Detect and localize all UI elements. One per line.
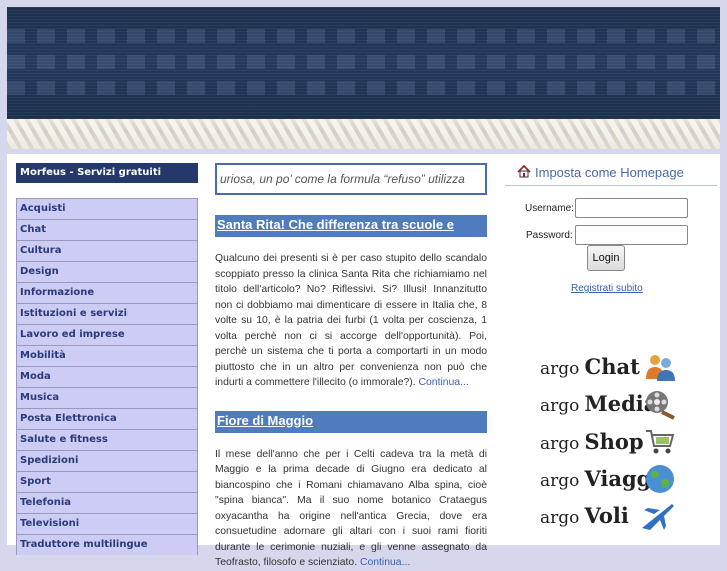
globe-icon: [646, 465, 674, 493]
argo-prefix: argo: [540, 471, 580, 491]
argo-chat-link[interactable]: argo Chat: [540, 350, 675, 384]
sidebar-item-sport[interactable]: Sport: [16, 471, 198, 492]
post-text: Il mese dell'anno che per i Celti cadeva…: [215, 448, 487, 569]
argo-word: Shop: [584, 429, 644, 454]
sidebar-item-cultura[interactable]: Cultura: [16, 240, 198, 261]
argo-prefix: argo: [540, 396, 580, 416]
argo-word: Voli: [584, 503, 629, 528]
post-body: Il mese dell'anno che per i Celti cadeva…: [215, 447, 487, 571]
login-button[interactable]: Login: [587, 245, 625, 271]
main-content: Morfeus - Servizi gratuiti Acquisti Chat…: [7, 154, 720, 568]
post-title[interactable]: Fiore di Maggio: [215, 410, 487, 433]
sidebar-item-mobilita[interactable]: Mobilità: [16, 345, 198, 366]
sidebar-item-istituzioni[interactable]: Istituzioni e servizi: [16, 303, 198, 324]
rope-divider: [7, 119, 720, 149]
sidebar-item-telefonia[interactable]: Telefonia: [16, 492, 198, 513]
sidebar-item-informazione[interactable]: Informazione: [16, 282, 198, 303]
argo-viaggi-link[interactable]: argo Viaggi: [540, 462, 674, 496]
set-homepage-label: Imposta come Homepage: [535, 165, 684, 180]
sidebar-item-lavoro[interactable]: Lavoro ed imprese: [16, 324, 198, 345]
argo-prefix: argo: [540, 434, 580, 454]
sidebar-item-spedizioni[interactable]: Spedizioni: [16, 450, 198, 471]
sidebar-title: Morfeus - Servizi gratuiti: [16, 163, 198, 183]
sidebar-item-design[interactable]: Design: [16, 261, 198, 282]
username-field[interactable]: [575, 198, 688, 218]
argo-prefix: argo: [540, 508, 580, 528]
news-ticker[interactable]: uriosa, un po’ come la formula “refuso” …: [215, 163, 487, 195]
film-reel-icon: [646, 391, 675, 420]
header-banner: [7, 7, 720, 119]
argo-voli-link[interactable]: argo Voli: [540, 499, 674, 533]
users-icon: [646, 355, 675, 381]
argo-shop-link[interactable]: argo Shop: [540, 425, 675, 459]
sidebar-item-musica[interactable]: Musica: [16, 387, 198, 408]
continue-link[interactable]: Continua...: [419, 377, 469, 388]
right-column: Imposta come Homepage Username: Password…: [505, 163, 717, 530]
argo-media-link[interactable]: argo Media: [540, 387, 675, 421]
post-body: Qualcuno dei presenti si è per caso stup…: [215, 251, 487, 391]
password-label: Password:: [526, 230, 573, 241]
username-label: Username:: [525, 203, 574, 214]
password-field[interactable]: [575, 225, 688, 245]
sidebar-item-salute[interactable]: Salute e fitness: [16, 429, 198, 450]
cart-icon: [646, 430, 675, 454]
sidebar-item-televisioni[interactable]: Televisioni: [16, 513, 198, 534]
sidebar-item-posta[interactable]: Posta Elettronica: [16, 408, 198, 429]
continue-link[interactable]: Continua...: [360, 557, 410, 568]
house-icon: [517, 164, 531, 178]
news-column: uriosa, un po’ come la formula “refuso” …: [215, 163, 487, 571]
argo-word: Chat: [584, 354, 640, 379]
post-text: Qualcuno dei presenti si è per caso stup…: [215, 253, 487, 388]
sidebar-item-acquisti[interactable]: Acquisti: [16, 198, 198, 219]
set-homepage-link[interactable]: Imposta come Homepage: [505, 163, 717, 186]
post-title[interactable]: Santa Rita! Che differenza tra scuole e …: [215, 215, 487, 237]
argo-prefix: argo: [540, 359, 580, 379]
sidebar-item-moda[interactable]: Moda: [16, 366, 198, 387]
airplane-icon: [642, 504, 674, 530]
sidebar-menu: Acquisti Chat Cultura Design Informazion…: [16, 198, 198, 555]
register-link[interactable]: Registrati subito: [571, 283, 643, 294]
sidebar-item-chat[interactable]: Chat: [16, 219, 198, 240]
sidebar: Morfeus - Servizi gratuiti Acquisti Chat…: [16, 163, 198, 555]
